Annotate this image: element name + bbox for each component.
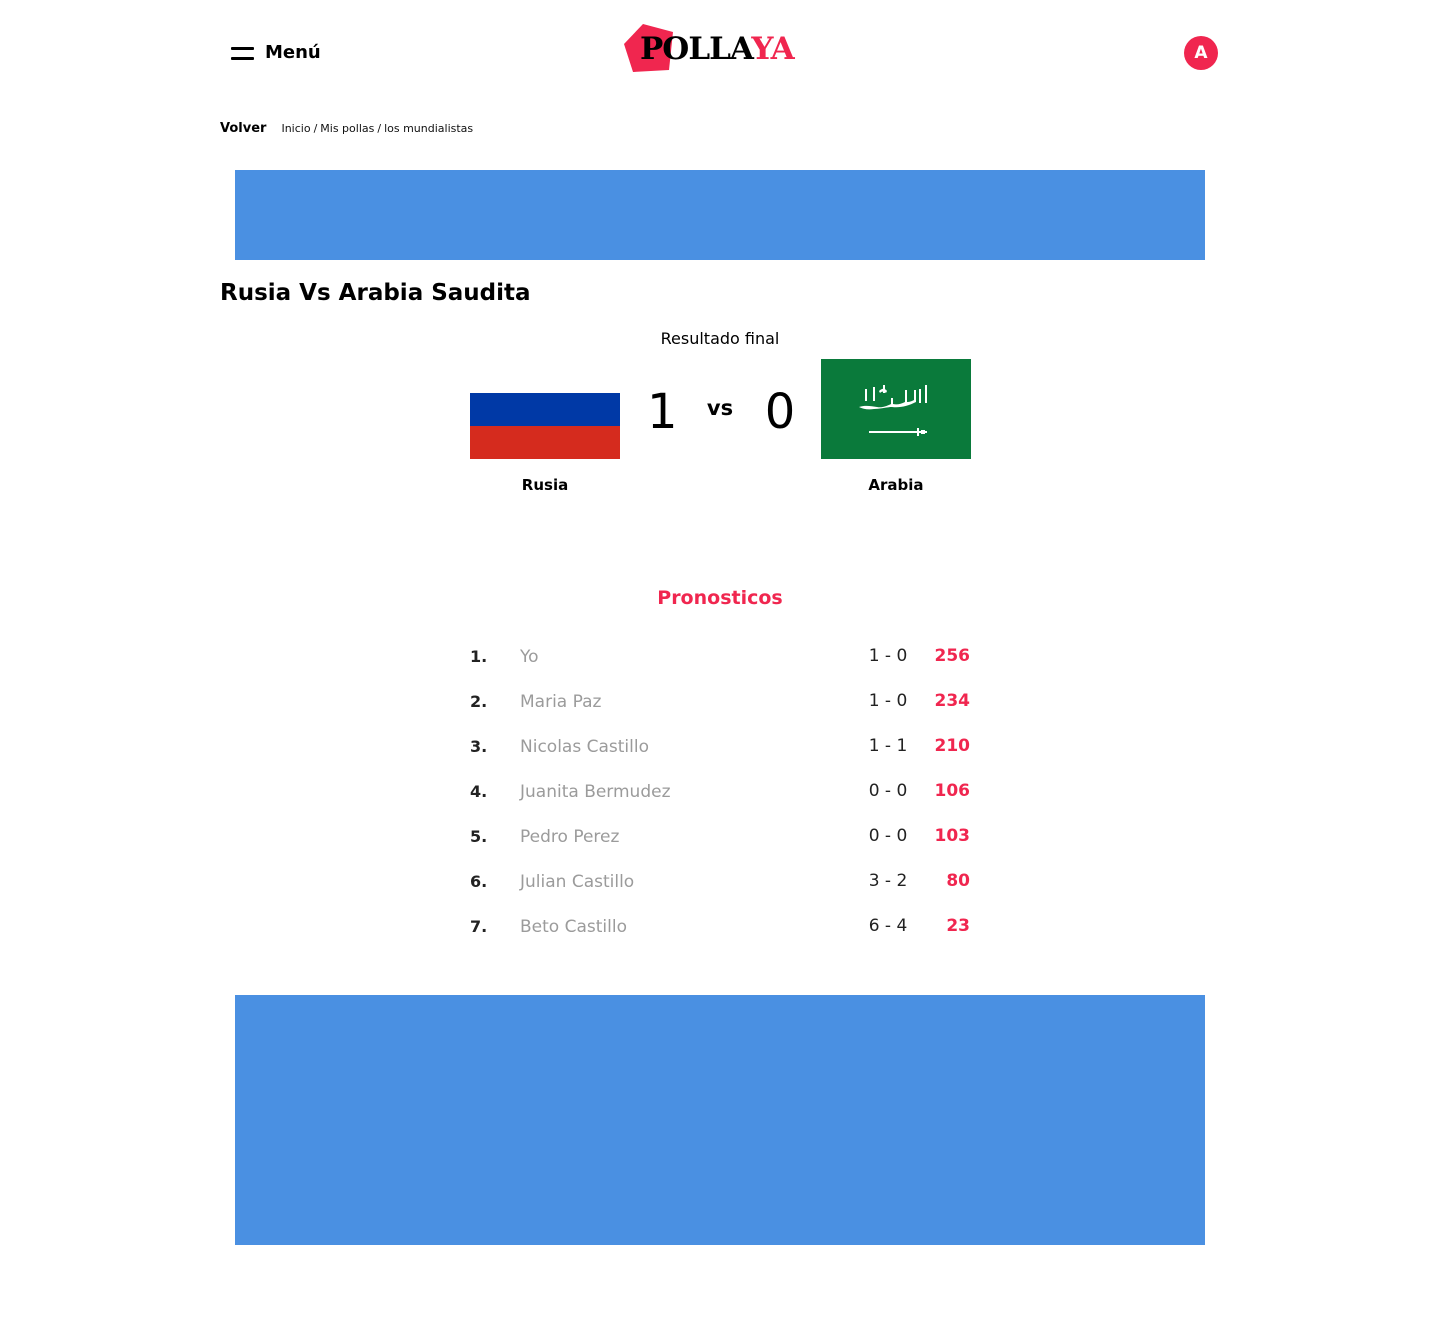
logo[interactable]: POLLAYA — [623, 22, 803, 74]
prediction-name: Pedro Perez — [520, 827, 620, 847]
prediction-rank: 4. — [470, 782, 488, 801]
prediction-rank: 5. — [470, 827, 488, 846]
prediction-name: Yo — [520, 647, 539, 667]
prediction-score: 3 - 2 — [868, 871, 908, 891]
prediction-score: 1 - 0 — [868, 691, 908, 711]
logo-text-polla: POLLA — [640, 31, 752, 67]
avatar[interactable]: A — [1184, 36, 1218, 70]
prediction-score: 6 - 4 — [868, 916, 908, 936]
russia-flag-icon — [470, 393, 620, 459]
prediction-row[interactable]: 1. Yo 1 - 0 256 — [470, 640, 970, 685]
breadcrumb-item-inicio[interactable]: Inicio — [281, 122, 310, 135]
breadcrumb: Inicio / Mis pollas / los mundialistas — [281, 122, 474, 135]
prediction-rank: 1. — [470, 647, 488, 666]
back-link[interactable]: Volver — [220, 121, 266, 136]
prediction-name: Maria Paz — [520, 692, 602, 712]
prediction-points: 103 — [934, 826, 971, 846]
prediction-row[interactable]: 2. Maria Paz 1 - 0 234 — [470, 685, 970, 730]
header: Menú POLLAYA A — [0, 0, 1440, 100]
prediction-name: Nicolas Castillo — [520, 737, 649, 757]
prediction-rank: 2. — [470, 692, 488, 711]
prediction-score: 0 - 0 — [868, 826, 908, 846]
prediction-rank: 6. — [470, 872, 488, 891]
prediction-points: 80 — [946, 871, 970, 891]
prediction-name: Juanita Bermudez — [520, 782, 671, 802]
prediction-points: 256 — [934, 646, 971, 666]
breadcrumb-item-current[interactable]: los mundialistas — [384, 122, 473, 135]
prediction-score: 0 - 0 — [868, 781, 908, 801]
prediction-points: 210 — [934, 736, 971, 756]
prediction-name: Julian Castillo — [520, 872, 635, 892]
predictions-list: 1. Yo 1 - 0 256 2. Maria Paz 1 - 0 234 3… — [470, 640, 970, 955]
prediction-points: 106 — [934, 781, 971, 801]
prediction-row[interactable]: 4. Juanita Bermudez 0 - 0 106 — [470, 775, 970, 820]
saudi-arabia-flag-icon — [821, 359, 971, 459]
logo-text-ya: YA — [751, 31, 794, 67]
prediction-row[interactable]: 7. Beto Castillo 6 - 4 23 — [470, 910, 970, 955]
menu-label: Menú — [265, 42, 321, 63]
breadcrumb-row: Volver Inicio / Mis pollas / los mundialista… — [220, 121, 473, 136]
hamburger-icon — [231, 45, 254, 61]
prediction-points: 234 — [934, 691, 971, 711]
ad-banner-top[interactable] — [235, 170, 1205, 260]
ad-banner-bottom[interactable] — [235, 995, 1205, 1245]
prediction-name: Beto Castillo — [520, 917, 627, 937]
prediction-row[interactable]: 5. Pedro Perez 0 - 0 103 — [470, 820, 970, 865]
prediction-row[interactable]: 3. Nicolas Castillo 1 - 1 210 — [470, 730, 970, 775]
prediction-score: 1 - 1 — [868, 736, 908, 756]
away-score: 0 — [764, 384, 796, 440]
predictions-title: Pronosticos — [657, 587, 783, 609]
page-title: Rusia Vs Arabia Saudita — [220, 280, 531, 306]
home-score: 1 — [647, 384, 678, 440]
prediction-rank: 7. — [470, 917, 488, 936]
result-label: Resultado final — [660, 329, 780, 348]
prediction-score: 1 - 0 — [868, 646, 908, 666]
prediction-rank: 3. — [470, 737, 488, 756]
away-team-name: Arabia — [868, 476, 924, 494]
prediction-points: 23 — [946, 916, 970, 936]
vs-label: vs — [706, 396, 734, 420]
home-team-name: Rusia — [521, 476, 569, 494]
breadcrumb-item-mis-pollas[interactable]: Mis pollas — [320, 122, 374, 135]
menu-button[interactable]: Menú — [231, 42, 321, 63]
prediction-row[interactable]: 6. Julian Castillo 3 - 2 80 — [470, 865, 970, 910]
